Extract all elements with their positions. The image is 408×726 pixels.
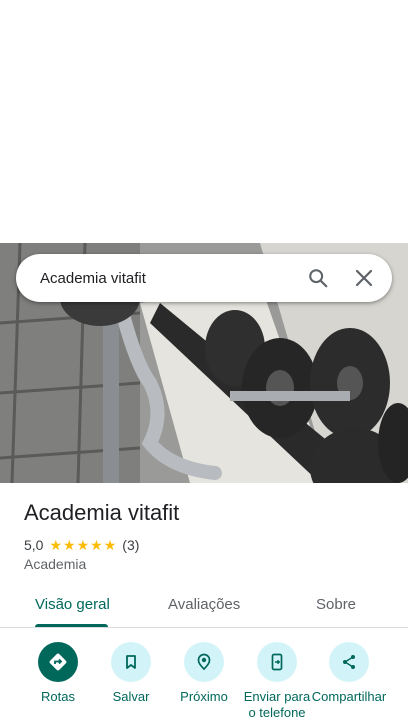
place-category[interactable]: Academia <box>24 556 86 572</box>
save-label: Salvar <box>112 689 150 704</box>
close-icon[interactable] <box>344 258 384 298</box>
tab-reviews[interactable]: Avaliações <box>168 596 240 613</box>
share-icon <box>329 642 369 682</box>
action-bar: Rotas Salvar Próximo Enviar para o telef… <box>0 642 408 726</box>
tab-about[interactable]: Sobre <box>316 596 356 613</box>
send-to-phone-button[interactable]: Enviar para o telefone <box>239 642 315 721</box>
save-button[interactable]: Salvar <box>93 642 169 705</box>
search-bar[interactable]: Academia vitafit <box>16 254 392 302</box>
directions-icon <box>38 642 78 682</box>
active-tab-indicator <box>35 624 108 627</box>
star-icon: ★ <box>49 537 63 553</box>
tab-overview[interactable]: Visão geral <box>35 596 110 613</box>
nearby-button[interactable]: Próximo <box>166 642 242 705</box>
nearby-icon <box>184 642 224 682</box>
star-rating: ★ ★ ★ ★ ★ <box>49 538 117 552</box>
share-button[interactable]: Compartilhar <box>311 642 387 705</box>
map-area-blank <box>0 0 408 243</box>
place-title: Academia vitafit <box>24 500 180 525</box>
star-icon: ★ <box>103 537 117 553</box>
directions-label: Rotas <box>41 689 75 704</box>
search-input[interactable]: Academia vitafit <box>40 270 298 287</box>
rating-row[interactable]: 5,0 ★ ★ ★ ★ ★ (3) <box>24 536 139 554</box>
star-icon: ★ <box>63 537 76 553</box>
review-count[interactable]: (3) <box>122 537 139 553</box>
send-to-phone-label: Enviar para o telefone <box>243 689 311 720</box>
star-icon: ★ <box>90 537 103 553</box>
tab-bar: Visão geral Avaliações Sobre <box>0 586 408 628</box>
share-label: Compartilhar <box>311 689 387 704</box>
search-icon[interactable] <box>298 258 338 298</box>
directions-button[interactable]: Rotas <box>20 642 96 705</box>
star-icon: ★ <box>76 537 90 553</box>
nearby-label: Próximo <box>180 689 228 704</box>
send-to-phone-icon <box>257 642 297 682</box>
rating-value: 5,0 <box>24 537 44 553</box>
bookmark-icon <box>111 642 151 682</box>
